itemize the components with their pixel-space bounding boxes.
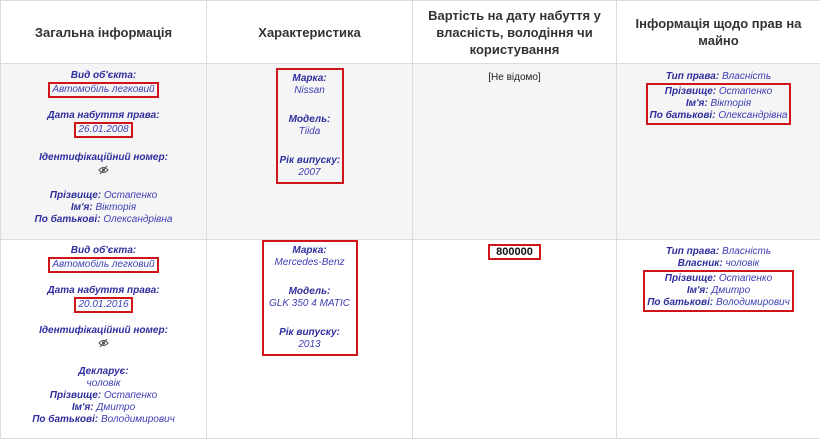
hidden-eye-icon[interactable] [98, 167, 109, 178]
surname-label: Прізвище: [50, 190, 101, 201]
characteristic-cell: Марка: Mercedes-Benz Модель: GLK 350 4 M… [207, 240, 413, 439]
highlight-box: Прізвище: Остапенко Ім'я: Дмитро По бать… [643, 270, 794, 312]
surname-value: Остапенко [719, 86, 772, 97]
col-rights: Інформація щодо прав на майно [617, 1, 820, 64]
general-info-cell: Вид об'єкта: Автомобіль легковий Дата на… [1, 240, 207, 439]
brand-label: Марка: [266, 245, 354, 257]
highlight-box: Марка: Nissan Модель: Tiida Рік випуску:… [276, 68, 344, 184]
owner-label: Власник: [678, 258, 723, 269]
model-value: Tiida [280, 126, 340, 138]
col-value: Вартість на дату набуття у власність, во… [413, 1, 617, 64]
acquired-value: 20.01.2016 [78, 299, 128, 310]
hidden-eye-icon[interactable] [98, 340, 109, 351]
right-type-label: Тип права: [666, 246, 719, 257]
name-value: Дмитро [711, 285, 750, 296]
patronymic-label: По батькові: [647, 297, 713, 308]
highlight-box: 26.01.2008 [74, 122, 132, 138]
highlight-box: Автомобіль легковий [48, 257, 158, 273]
year-value: 2013 [266, 339, 354, 351]
right-type-value: Власність [722, 71, 771, 82]
brand-value: Nissan [280, 85, 340, 97]
surname-label: Прізвище: [665, 273, 716, 284]
patronymic-label: По батькові: [35, 214, 101, 225]
table-row: Вид об'єкта: Автомобіль легковий Дата на… [1, 240, 820, 439]
patronymic-label: По батькові: [32, 414, 98, 425]
object-type-label: Вид об'єкта: [1, 70, 206, 82]
declarant-value: чоловік [1, 378, 206, 390]
object-type-value: Автомобіль легковий [52, 84, 154, 95]
surname-value: Остапенко [104, 390, 157, 401]
highlight-box: Автомобіль легковий [48, 82, 158, 98]
value-cell: 800000 [413, 240, 617, 439]
general-info-cell: Вид об'єкта: Автомобіль легковий Дата на… [1, 64, 207, 240]
value-cell: [Не відомо] [413, 64, 617, 240]
brand-label: Марка: [280, 73, 340, 85]
model-label: Модель: [280, 114, 340, 126]
patronymic-label: По батькові: [650, 110, 716, 121]
col-general-info: Загальна інформація [1, 1, 207, 64]
rights-cell: Тип права: Власність Власник: чоловік Пр… [617, 240, 820, 439]
name-value: Дмитро [96, 402, 135, 413]
name-label: Ім'я: [687, 285, 709, 296]
highlight-box: 20.01.2016 [74, 297, 132, 313]
highlight-box: Прізвище: Остапенко Ім'я: Вікторія По ба… [646, 83, 792, 125]
name-label: Ім'я: [72, 402, 94, 413]
rights-cell: Тип права: Власність Прізвище: Остапенко… [617, 64, 820, 240]
name-label: Ім'я: [71, 202, 93, 213]
value-text: [Не відомо] [413, 72, 616, 83]
highlight-box: Марка: Mercedes-Benz Модель: GLK 350 4 M… [262, 240, 358, 356]
model-value: GLK 350 4 MATIC [266, 298, 354, 310]
name-value: Вікторія [710, 98, 751, 109]
right-type-label: Тип права: [666, 71, 719, 82]
acquired-label: Дата набуття права: [1, 285, 206, 297]
patronymic-value: Володимирович [101, 414, 175, 425]
id-number-label: Ідентифікаційний номер: [1, 152, 206, 164]
acquired-label: Дата набуття права: [1, 110, 206, 122]
assets-table: Загальна інформація Характеристика Варті… [0, 0, 820, 439]
table-row: Вид об'єкта: Автомобіль легковий Дата на… [1, 64, 820, 240]
name-value: Вікторія [95, 202, 136, 213]
acquired-value: 26.01.2008 [78, 124, 128, 135]
header-row: Загальна інформація Характеристика Варті… [1, 1, 820, 64]
value-text: 800000 [488, 244, 541, 260]
surname-label: Прізвище: [665, 86, 716, 97]
patronymic-value: Олександрівна [718, 110, 787, 121]
owner-value: чоловік [726, 258, 760, 269]
year-label: Рік випуску: [266, 327, 354, 339]
year-label: Рік випуску: [280, 155, 340, 167]
name-label: Ім'я: [686, 98, 708, 109]
declarant-label: Декларує: [1, 366, 206, 378]
patronymic-value: Олександрівна [103, 214, 172, 225]
right-type-value: Власність [722, 246, 771, 257]
patronymic-value: Володимирович [716, 297, 790, 308]
object-type-value: Автомобіль легковий [52, 259, 154, 270]
brand-value: Mercedes-Benz [266, 257, 354, 269]
year-value: 2007 [280, 167, 340, 179]
id-number-label: Ідентифікаційний номер: [1, 325, 206, 337]
surname-value: Остапенко [719, 273, 772, 284]
model-label: Модель: [266, 286, 354, 298]
surname-label: Прізвище: [50, 390, 101, 401]
object-type-label: Вид об'єкта: [1, 245, 206, 257]
col-characteristic: Характеристика [207, 1, 413, 64]
characteristic-cell: Марка: Nissan Модель: Tiida Рік випуску:… [207, 64, 413, 240]
surname-value: Остапенко [104, 190, 157, 201]
